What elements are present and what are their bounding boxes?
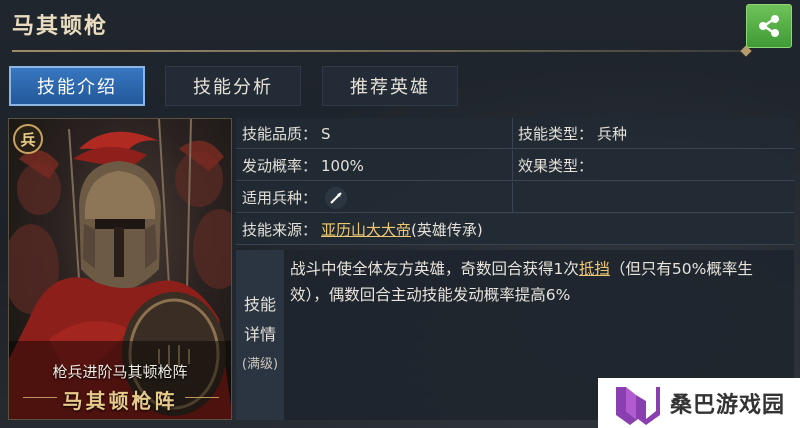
source-hero-link[interactable]: 亚历山大大帝 — [321, 219, 411, 240]
info-row-rate: 发动概率： 100% 效果类型： — [236, 150, 794, 181]
share-button[interactable] — [746, 4, 792, 48]
column-divider — [512, 182, 513, 213]
skill-card: 兵 枪兵进阶马其顿枪阵 马其顿枪阵 — [8, 118, 232, 420]
watermark-logo-icon — [616, 387, 660, 425]
card-subtitle: 枪兵进阶马其顿枪阵 — [52, 363, 188, 381]
rate-label: 发动概率： — [242, 157, 318, 175]
spear-icon — [325, 186, 348, 209]
detail-label-note: (满级) — [241, 357, 279, 372]
block-keyword-link[interactable]: 抵挡 — [579, 260, 610, 278]
watermark: 桑巴游戏园 — [598, 378, 800, 428]
tab-skill-intro[interactable]: 技能介绍 — [9, 66, 145, 106]
card-skill-name: 马其顿枪阵 — [62, 389, 178, 413]
detail-description: 战斗中使全体友方英雄，奇数回合获得1次抵挡（但只有50%概率生效），偶数回合主动… — [290, 256, 786, 308]
source-label: 技能来源： — [242, 221, 318, 239]
info-row-quality: 技能品质： S 技能类型： 兵种 — [236, 118, 794, 149]
share-icon — [759, 15, 779, 37]
troop-label: 适用兵种： — [242, 189, 318, 207]
effect-label: 效果类型： — [518, 157, 594, 175]
source-suffix: (英雄传承) — [411, 221, 483, 239]
info-row-source: 技能来源： 亚历山大大帝 (英雄传承) — [236, 214, 794, 245]
detail-label-line1: 技能 — [243, 295, 276, 314]
watermark-text: 桑巴游戏园 — [670, 393, 786, 418]
type-value: 兵种 — [597, 125, 628, 143]
type-label: 技能类型： — [518, 125, 594, 143]
detail-label: 技能 详情 (满级) — [236, 250, 284, 420]
quality-value: S — [321, 124, 331, 143]
page-title: 马其顿枪 — [12, 14, 109, 39]
ornament-right — [185, 397, 219, 398]
detail-label-line2: 详情 — [243, 325, 276, 344]
info-row-troop: 适用兵种： — [236, 182, 794, 213]
quality-label: 技能品质： — [242, 125, 318, 143]
troop-badge: 兵 — [13, 124, 43, 154]
title-divider — [12, 50, 746, 52]
rate-value: 100% — [321, 156, 364, 175]
tab-recommended-heroes[interactable]: 推荐英雄 — [322, 66, 458, 106]
tab-skill-analysis[interactable]: 技能分析 — [165, 66, 301, 106]
detail-text-part1: 战斗中使全体友方英雄，奇数回合获得1次 — [290, 260, 579, 278]
